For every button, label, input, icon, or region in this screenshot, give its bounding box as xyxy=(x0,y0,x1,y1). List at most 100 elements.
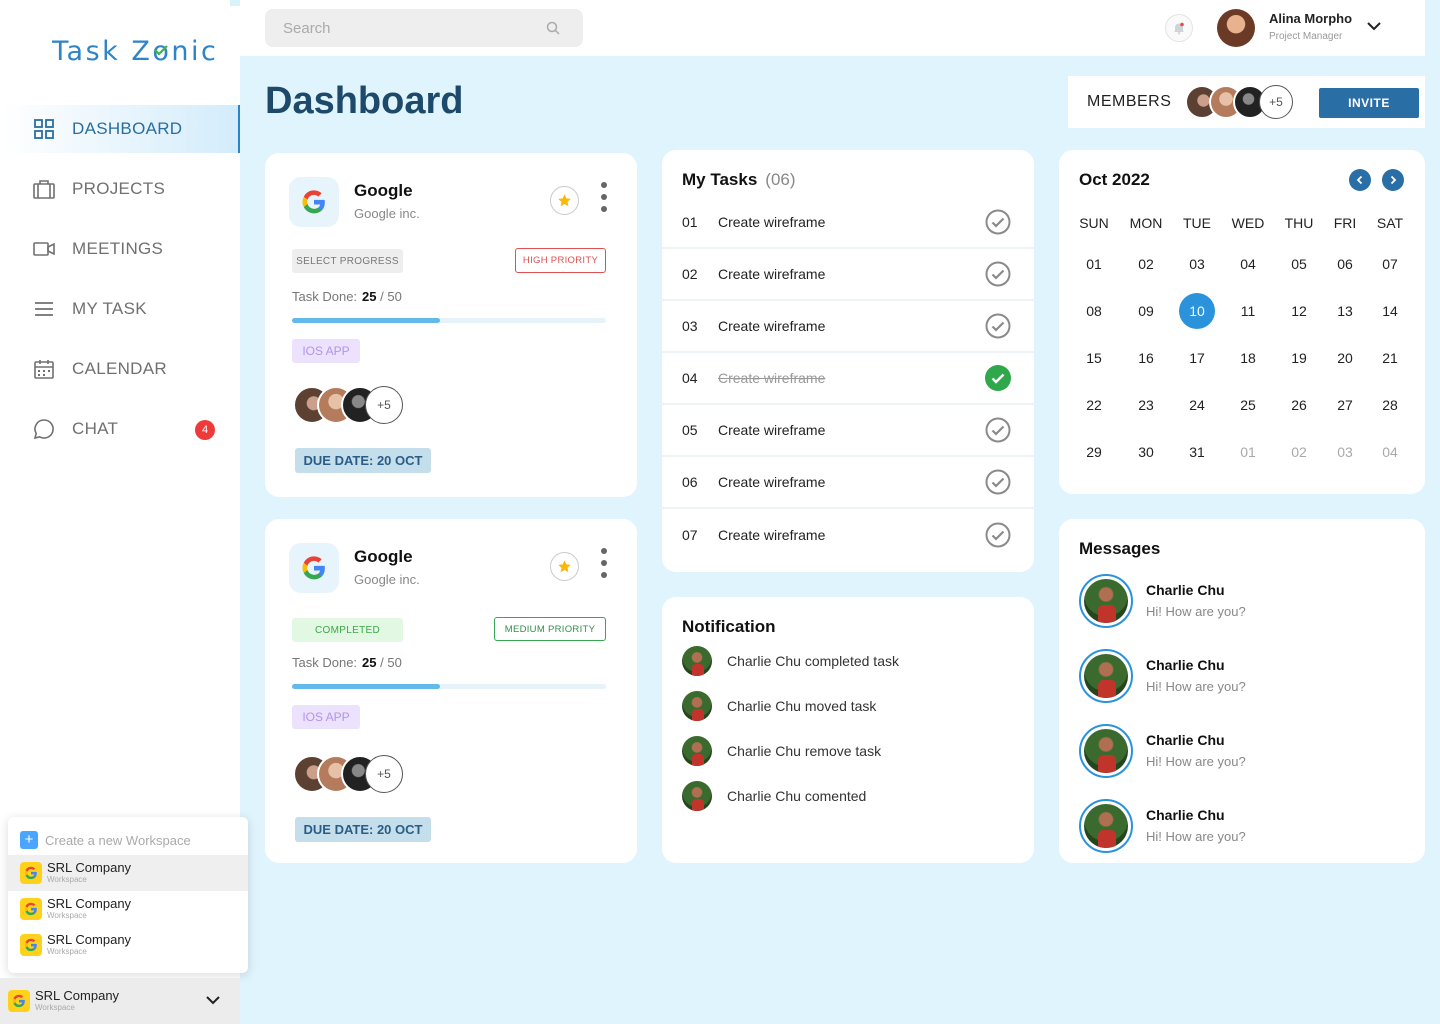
task-row[interactable]: 07 Create wireframe xyxy=(662,509,1034,561)
chevron-right-icon xyxy=(1390,175,1397,185)
task-row[interactable]: 02 Create wireframe xyxy=(662,249,1034,301)
notification-item[interactable]: Charlie Chu comented xyxy=(682,781,866,811)
favorite-button[interactable] xyxy=(550,552,579,581)
workspace-item[interactable]: SRL Company Workspace xyxy=(8,855,248,891)
more-options-icon[interactable] xyxy=(600,182,608,216)
calendar-day[interactable]: 28 xyxy=(1366,397,1414,413)
user-avatar[interactable] xyxy=(1217,9,1255,47)
chevron-down-icon[interactable] xyxy=(205,994,221,1006)
sidebar-item-chat[interactable]: CHAT 4 xyxy=(0,405,240,453)
calendar-day[interactable]: 05 xyxy=(1275,256,1323,272)
sidebar-item-my-task[interactable]: MY TASK xyxy=(0,285,240,333)
message-item[interactable]: Charlie Chu Hi! How are you? xyxy=(1079,799,1246,853)
page-title: Dashboard xyxy=(265,80,464,122)
status-select[interactable]: COMPLETED xyxy=(292,618,403,642)
task-row[interactable]: 03 Create wireframe xyxy=(662,301,1034,353)
calendar-day[interactable]: 17 xyxy=(1173,350,1221,366)
sidebar-item-label: PROJECTS xyxy=(72,179,166,198)
calendar-day[interactable]: 11 xyxy=(1224,303,1272,319)
calendar-day[interactable]: 18 xyxy=(1224,350,1272,366)
sidebar-item-meetings[interactable]: MEETINGS xyxy=(0,225,240,273)
calendar-day[interactable]: 04 xyxy=(1366,444,1414,460)
workspace-item[interactable]: SRL Company Workspace xyxy=(8,927,248,963)
calendar-day[interactable]: 13 xyxy=(1321,303,1369,319)
status-select[interactable]: SELECT PROGRESS xyxy=(292,249,403,273)
calendar-day[interactable]: 14 xyxy=(1366,303,1414,319)
create-workspace-button[interactable]: + Create a new Workspace xyxy=(20,831,191,849)
calendar-day[interactable]: 03 xyxy=(1173,256,1221,272)
sidebar-item-dashboard[interactable]: DASHBOARD xyxy=(0,105,240,153)
notification-text: Charlie Chu remove task xyxy=(727,743,881,759)
calendar-day[interactable]: 08 xyxy=(1070,303,1118,319)
calendar-day[interactable]: 19 xyxy=(1275,350,1323,366)
calendar-day[interactable]: 02 xyxy=(1275,444,1323,460)
calendar-day[interactable]: 09 xyxy=(1122,303,1170,319)
search-input[interactable]: Search xyxy=(265,9,583,47)
calendar-day[interactable]: 23 xyxy=(1122,397,1170,413)
project-card[interactable]: Google Google inc. SELECT PROGRESS HIGH … xyxy=(265,153,637,497)
calendar-day[interactable]: 06 xyxy=(1321,256,1369,272)
notification-text: Charlie Chu comented xyxy=(727,788,866,804)
calendar-day[interactable]: 12 xyxy=(1275,303,1323,319)
notification-item[interactable]: Charlie Chu moved task xyxy=(682,691,876,721)
calendar-day[interactable]: 30 xyxy=(1122,444,1170,460)
task-row[interactable]: 04 Create wireframe xyxy=(662,353,1034,405)
project-card[interactable]: Google Google inc. COMPLETED MEDIUM PRIO… xyxy=(265,519,637,863)
members-more[interactable]: +5 xyxy=(1259,85,1293,119)
sidebar-item-projects[interactable]: PROJECTS xyxy=(0,165,240,213)
calendar-day[interactable]: 27 xyxy=(1321,397,1369,413)
google-icon xyxy=(8,990,30,1012)
calendar-day[interactable]: 31 xyxy=(1173,444,1221,460)
assignees-more[interactable]: +5 xyxy=(365,755,403,793)
sidebar-item-calendar[interactable]: CALENDAR xyxy=(0,345,240,393)
next-month-button[interactable] xyxy=(1382,169,1404,191)
check-circle-icon[interactable] xyxy=(985,209,1011,235)
calendar-day[interactable]: 07 xyxy=(1366,256,1414,272)
message-item[interactable]: Charlie Chu Hi! How are you? xyxy=(1079,649,1246,703)
notification-item[interactable]: Charlie Chu remove task xyxy=(682,736,881,766)
check-complete-icon[interactable] xyxy=(985,365,1011,391)
task-done-label: Task Done: xyxy=(292,289,358,304)
prev-month-button[interactable] xyxy=(1349,169,1371,191)
calendar-day[interactable]: 16 xyxy=(1122,350,1170,366)
favorite-button[interactable] xyxy=(550,186,579,215)
calendar-day[interactable]: 03 xyxy=(1321,444,1369,460)
calendar-day[interactable]: 24 xyxy=(1173,397,1221,413)
workspace-name: SRL Company xyxy=(47,860,132,875)
calendar-day[interactable]: 02 xyxy=(1122,256,1170,272)
task-row[interactable]: 06 Create wireframe xyxy=(662,457,1034,509)
calendar-day[interactable]: 21 xyxy=(1366,350,1414,366)
message-item[interactable]: Charlie Chu Hi! How are you? xyxy=(1079,574,1246,628)
chevron-down-icon[interactable] xyxy=(1366,20,1382,32)
check-circle-icon[interactable] xyxy=(985,313,1011,339)
project-title: Google xyxy=(354,547,413,566)
message-item[interactable]: Charlie Chu Hi! How are you? xyxy=(1079,724,1246,778)
task-row[interactable]: 05 Create wireframe xyxy=(662,405,1034,457)
check-circle-icon[interactable] xyxy=(985,417,1011,443)
calendar-day[interactable]: 01 xyxy=(1070,256,1118,272)
message-sender: Charlie Chu xyxy=(1146,807,1225,823)
invite-button[interactable]: INVITE xyxy=(1319,88,1419,118)
calendar-day[interactable]: 26 xyxy=(1275,397,1323,413)
calendar-day[interactable]: 20 xyxy=(1321,350,1369,366)
calendar-day[interactable]: 29 xyxy=(1070,444,1118,460)
calendar-day[interactable]: 22 xyxy=(1070,397,1118,413)
calendar-day[interactable]: 15 xyxy=(1070,350,1118,366)
workspace-item[interactable]: SRL Company Workspace xyxy=(8,891,248,927)
task-row[interactable]: 01 Create wireframe xyxy=(662,197,1034,249)
assignees-more[interactable]: +5 xyxy=(365,386,403,424)
check-circle-icon[interactable] xyxy=(985,469,1011,495)
notification-bell[interactable] xyxy=(1165,14,1193,42)
app-logo[interactable]: Task Zo nic xyxy=(52,36,218,67)
notification-item[interactable]: Charlie Chu completed task xyxy=(682,646,899,676)
notification-name: Charlie Chu xyxy=(727,653,801,669)
check-circle-icon[interactable] xyxy=(985,522,1011,548)
calendar-day[interactable]: 10 xyxy=(1173,303,1221,319)
calendar-day[interactable]: 01 xyxy=(1224,444,1272,460)
workspace-switcher[interactable]: SRL Company Workspace xyxy=(0,978,240,1024)
check-circle-icon[interactable] xyxy=(985,261,1011,287)
calendar-day[interactable]: 25 xyxy=(1224,397,1272,413)
calendar-icon xyxy=(34,360,54,379)
calendar-day[interactable]: 04 xyxy=(1224,256,1272,272)
more-options-icon[interactable] xyxy=(600,548,608,582)
